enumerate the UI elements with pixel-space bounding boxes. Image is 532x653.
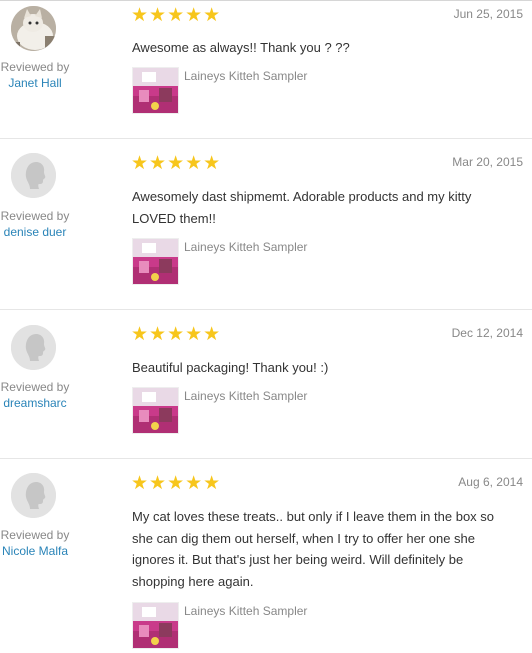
default-user-silhouette-icon (11, 473, 56, 518)
review-text: Awesomely dast shipmemt. Adorable produc… (132, 189, 472, 226)
product-thumbnail[interactable] (132, 387, 179, 434)
rating-stars: ★★★★★ (131, 5, 222, 26)
reviewer-avatar[interactable] (11, 473, 56, 518)
reviewed-by-label: Reviewed by (0, 528, 70, 542)
reviewer-name-link[interactable]: denise duer (0, 225, 70, 240)
product-link[interactable]: Laineys Kitteh Sampler (184, 240, 307, 254)
product-thumbnail[interactable] (132, 602, 179, 649)
rating-stars: ★★★★★ (131, 473, 222, 494)
review-date: Dec 12, 2014 (451, 326, 523, 340)
cat-photo-icon (11, 6, 56, 51)
review-date: Mar 20, 2015 (452, 155, 523, 169)
review-text: My cat loves these treats.. but only if … (132, 509, 495, 589)
product-image-icon (133, 239, 178, 284)
reviewer-name-link[interactable]: Janet Hall (0, 76, 70, 91)
product-image-icon (133, 388, 178, 433)
reviewer-name-link[interactable]: Nicole Malfa (0, 544, 70, 559)
rating-stars: ★★★★★ (131, 324, 222, 345)
review-text: Awesome as always!! Thank you ? ?? (132, 40, 350, 55)
rating-stars: ★★★★★ (131, 153, 222, 174)
reviewed-by-label: Reviewed by (0, 380, 70, 394)
product-image-icon (133, 603, 178, 648)
product-thumbnail[interactable] (132, 238, 179, 285)
reviewed-by-label: Reviewed by (0, 60, 70, 74)
product-link[interactable]: Laineys Kitteh Sampler (184, 389, 307, 403)
review-item: Reviewed by dreamsharc ★★★★★ Dec 12, 201… (0, 309, 532, 459)
review-item: Reviewed by denise duer ★★★★★ Mar 20, 20… (0, 138, 532, 310)
product-thumbnail[interactable] (132, 67, 179, 114)
product-link[interactable]: Laineys Kitteh Sampler (184, 69, 307, 83)
reviewer-avatar[interactable] (11, 325, 56, 370)
reviewer-avatar[interactable] (11, 6, 56, 51)
reviewer-avatar[interactable] (11, 153, 56, 198)
product-image-icon (133, 68, 178, 113)
default-user-silhouette-icon (11, 153, 56, 198)
review-date: Jun 25, 2015 (453, 7, 523, 21)
review-date: Aug 6, 2014 (458, 475, 523, 489)
review-item: Reviewed by Nicole Malfa ★★★★★ Aug 6, 20… (0, 458, 532, 653)
reviewer-name-link[interactable]: dreamsharc (0, 396, 70, 411)
review-text: Beautiful packaging! Thank you! :) (132, 360, 329, 375)
reviewed-by-label: Reviewed by (0, 209, 70, 223)
default-user-silhouette-icon (11, 325, 56, 370)
product-link[interactable]: Laineys Kitteh Sampler (184, 604, 307, 618)
review-item: Reviewed by Janet Hall ★★★★★ Jun 25, 201… (0, 0, 532, 139)
